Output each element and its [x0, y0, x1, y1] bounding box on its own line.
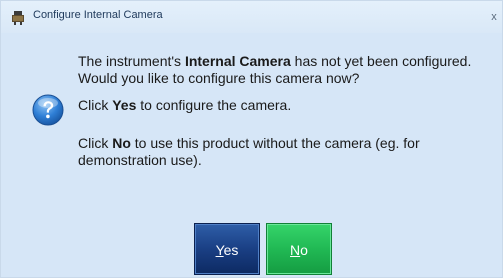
no-button[interactable]: No: [266, 223, 332, 275]
title-bar[interactable]: Configure Internal Camera x: [1, 1, 502, 33]
configure-camera-dialog: Configure Internal Camera x The instrume…: [0, 0, 503, 278]
question-mark-icon: [32, 94, 64, 126]
close-button[interactable]: x: [488, 9, 500, 25]
message-intro: The instrument's Internal Camera has not…: [78, 53, 472, 86]
message-no-instruction: Click No to use this product without the…: [78, 135, 420, 168]
message-yes-instruction: Click Yes to configure the camera.: [78, 97, 292, 113]
message-body: The instrument's Internal Camera has not…: [78, 53, 498, 179]
window-title: Configure Internal Camera: [33, 9, 163, 21]
camera-device-icon: [12, 11, 24, 25]
yes-button-label: Yes: [215, 242, 239, 258]
yes-button[interactable]: Yes: [194, 223, 260, 275]
no-button-label: No: [290, 242, 308, 258]
